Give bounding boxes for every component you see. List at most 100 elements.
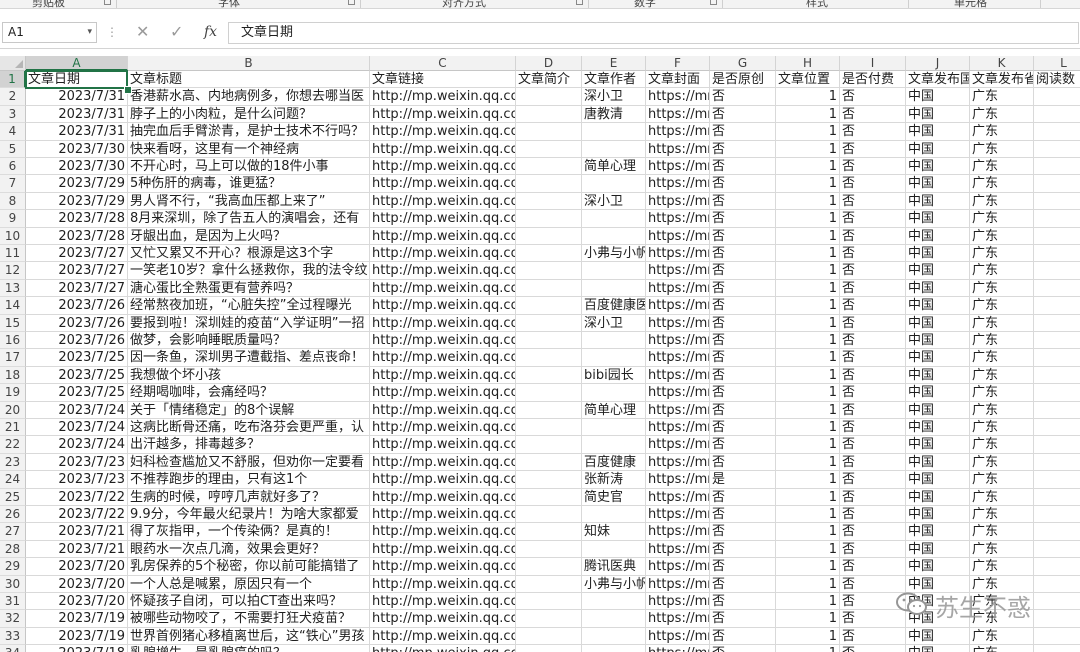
data-cell[interactable]: 否	[710, 140, 776, 158]
data-cell[interactable]: 否	[840, 279, 906, 298]
data-cell[interactable]	[1034, 506, 1080, 524]
data-cell[interactable]	[516, 140, 582, 158]
select-all-button[interactable]	[0, 56, 26, 71]
data-cell[interactable]: 中国	[906, 140, 970, 158]
data-cell[interactable]: 广东	[970, 523, 1034, 541]
data-cell[interactable]: https://mm	[646, 558, 710, 576]
data-cell[interactable]	[516, 627, 582, 646]
row-header[interactable]: 6	[0, 158, 26, 176]
data-cell[interactable]	[516, 506, 582, 524]
data-cell[interactable]: http://mp.weixin.qq.com/s?__biz=MzlxNDA0…	[370, 366, 516, 385]
check-icon[interactable]: ✓	[170, 22, 183, 41]
data-cell[interactable]: 世界首例猪心移植离世后，这“铁心”男孩	[128, 627, 370, 646]
data-cell[interactable]: https://mm	[646, 140, 710, 158]
data-cell[interactable]	[516, 105, 582, 124]
data-cell[interactable]	[516, 645, 582, 652]
column-header-i[interactable]: I	[840, 56, 906, 71]
data-cell[interactable]: 否	[710, 384, 776, 402]
data-cell[interactable]: http://mp.weixin.qq.com/s?__biz=MzlxNDA0…	[370, 488, 516, 506]
data-cell[interactable]	[1034, 471, 1080, 489]
row-header[interactable]: 16	[0, 332, 26, 350]
data-cell[interactable]: 2023/7/22	[26, 506, 128, 524]
row-header[interactable]: 31	[0, 593, 26, 611]
data-cell[interactable]	[516, 558, 582, 576]
row-header[interactable]: 1	[0, 71, 26, 89]
data-cell[interactable]: 1	[776, 88, 840, 106]
data-cell[interactable]: 1	[776, 645, 840, 652]
data-cell[interactable]: 1	[776, 227, 840, 245]
data-cell[interactable]	[1034, 141, 1080, 158]
data-cell[interactable]: 2023/7/26	[26, 297, 128, 315]
data-cell[interactable]: 眼药水一次点几滴，效果会更好？	[128, 540, 370, 559]
data-cell[interactable]: 2023/7/23	[26, 453, 128, 472]
row-header[interactable]: 22	[0, 436, 26, 454]
data-cell[interactable]: 广东	[970, 471, 1034, 489]
row-header[interactable]: 23	[0, 453, 26, 472]
data-cell[interactable]: http://mp.weixin.qq.com/s?__biz=MzlxNDA0…	[370, 123, 516, 141]
data-cell[interactable]: 否	[840, 401, 906, 419]
data-cell[interactable]: http://mp.weixin.qq.com/s?__biz=MzlxNDA0…	[370, 610, 516, 628]
data-cell[interactable]: 1	[776, 506, 840, 524]
data-cell[interactable]	[1034, 419, 1080, 437]
data-cell[interactable]: https://mm	[646, 349, 710, 367]
data-cell[interactable]: 一笑老10岁？拿什么拯救你，我的法令纹	[128, 262, 370, 280]
data-cell[interactable]: https://mm	[646, 627, 710, 646]
chevron-down-icon[interactable]: ▾	[87, 23, 92, 42]
data-cell[interactable]: https://mm	[646, 279, 710, 298]
data-cell[interactable]	[1034, 210, 1080, 228]
data-cell[interactable]: 中国	[906, 436, 970, 454]
data-cell[interactable]	[516, 245, 582, 263]
data-cell[interactable]: 又忙又累又不开心？根源是这3个字	[128, 245, 370, 263]
data-cell[interactable]: 否	[710, 192, 776, 211]
data-cell[interactable]	[1034, 88, 1080, 106]
data-cell[interactable]	[516, 488, 582, 506]
data-cell[interactable]: 广东	[970, 506, 1034, 524]
row-header[interactable]: 20	[0, 401, 26, 419]
data-cell[interactable]: 要报到啦！深圳娃的疫苗“入学证明”一招	[128, 314, 370, 332]
data-cell[interactable]: http://mp.weixin.qq.com/s?__biz=MzlxNDA0…	[370, 540, 516, 559]
column-header-j[interactable]: J	[906, 56, 970, 71]
data-cell[interactable]: http://mp.weixin.qq.com/s?__biz=MzlxNDA0…	[370, 627, 516, 646]
data-cell[interactable]: http://mp.weixin.qq.com/s?__biz=MzlxNDA0…	[370, 279, 516, 298]
data-cell[interactable]: http://mp.weixin.qq.com/s?__biz=MzlxNDA0…	[370, 575, 516, 593]
data-cell[interactable]: http://mp.weixin.qq.com/s?__biz=MzlxNDA0…	[370, 506, 516, 524]
data-cell[interactable]: http://mp.weixin.qq.com/s?__biz=MzlxNDA0…	[370, 245, 516, 263]
dialog-launcher-icon[interactable]	[710, 0, 717, 5]
data-cell[interactable]: 深小卫	[582, 88, 646, 106]
data-cell[interactable]: https://mm	[646, 523, 710, 541]
row-header[interactable]: 33	[0, 627, 26, 646]
data-cell[interactable]	[1034, 315, 1080, 332]
data-cell[interactable]	[582, 332, 646, 350]
dialog-launcher-icon[interactable]	[576, 0, 583, 5]
data-cell[interactable]: 中国	[906, 523, 970, 541]
data-cell[interactable]: https://mm	[646, 210, 710, 228]
data-cell[interactable]: 否	[710, 401, 776, 419]
data-cell[interactable]: 2023/7/22	[26, 488, 128, 506]
data-cell[interactable]: https://mm	[646, 419, 710, 437]
data-cell[interactable]	[516, 384, 582, 402]
data-cell[interactable]: 否	[710, 488, 776, 506]
data-cell[interactable]: http://mp.weixin.qq.com/s?__biz=MzlxNDA0…	[370, 158, 516, 176]
data-cell[interactable]: 2023/7/30	[26, 140, 128, 158]
data-cell[interactable]: http://mp.weixin.qq.com/s?__biz=MzlxNDA0…	[370, 645, 516, 652]
data-cell[interactable]: 中国	[906, 366, 970, 385]
data-cell[interactable]: 2023/7/31	[26, 88, 128, 106]
data-cell[interactable]	[516, 123, 582, 141]
data-cell[interactable]: http://mp.weixin.qq.com/s?__biz=MzlxNDA0…	[370, 436, 516, 454]
data-cell[interactable]: 9.9分，今年最火纪录片！为啥大家都爱	[128, 506, 370, 524]
data-cell[interactable]: 中国	[906, 210, 970, 228]
row-header[interactable]: 21	[0, 419, 26, 437]
data-cell[interactable]: http://mp.weixin.qq.com/s?__biz=MzlxNDA0…	[370, 471, 516, 489]
data-cell[interactable]: 腾讯医典	[582, 558, 646, 576]
column-header-d[interactable]: D	[516, 56, 582, 71]
data-cell[interactable]: 否	[840, 366, 906, 385]
data-cell[interactable]: http://mp.weixin.qq.com/s?__biz=MzlxNDA0…	[370, 314, 516, 332]
data-cell[interactable]: 2023/7/23	[26, 471, 128, 489]
data-cell[interactable]: 怀疑孩子自闭，可以拍CT查出来吗？	[128, 593, 370, 611]
data-cell[interactable]	[582, 140, 646, 158]
row-header[interactable]: 26	[0, 506, 26, 524]
data-cell[interactable]: 否	[840, 175, 906, 193]
row-header[interactable]: 27	[0, 523, 26, 541]
data-cell[interactable]: 否	[710, 262, 776, 280]
data-cell[interactable]: http://mp.weixin.qq.com/s?__biz=MzlxNDA0…	[370, 262, 516, 280]
